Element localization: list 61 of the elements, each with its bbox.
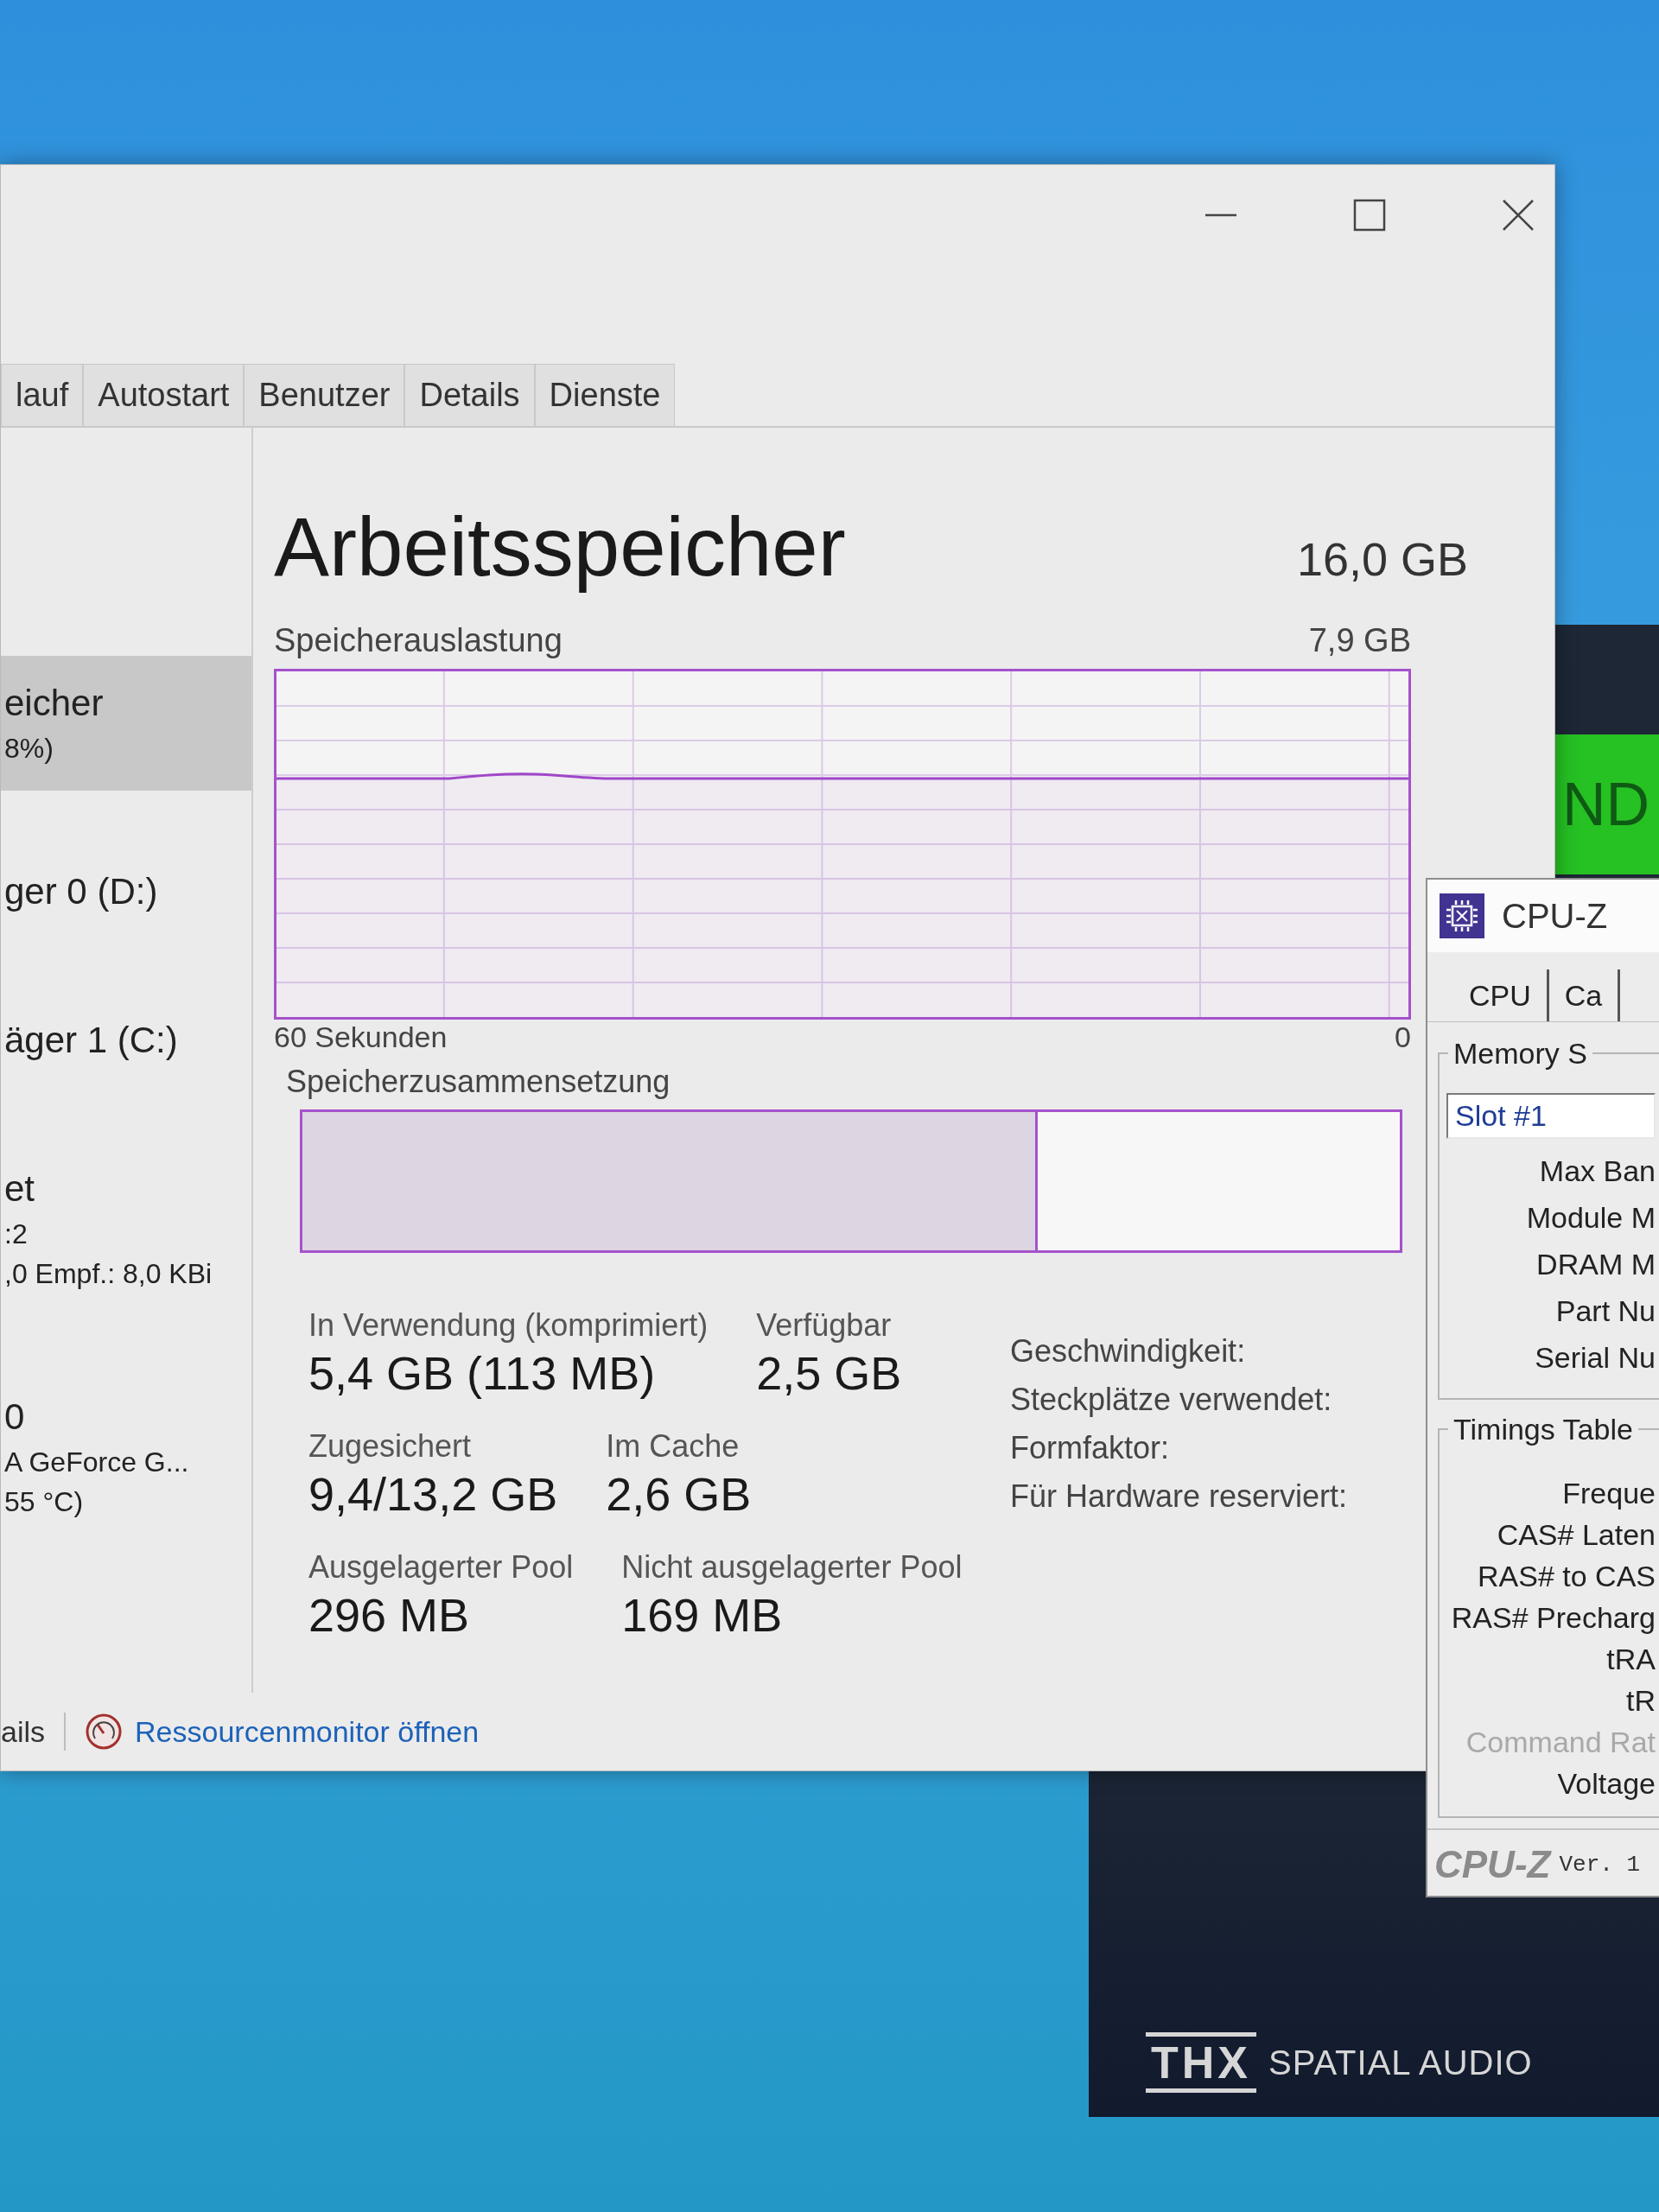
details-toggle[interactable]: ails [1,1714,46,1749]
slot-dropdown[interactable]: Slot #1 [1446,1093,1656,1139]
stat-label: Ausgelagerter Pool [308,1548,574,1586]
tab[interactable]: CPU [1453,969,1549,1021]
stat-label: In Verwendung (komprimiert) [308,1306,709,1344]
field-label: Module M [1526,1200,1656,1236]
field-label: Part Nu [1555,1294,1656,1329]
dial-icon[interactable] [85,1713,124,1751]
field-label: DRAM M [1536,1247,1656,1282]
tab[interactable]: Ca [1548,969,1621,1021]
composition-title: Speicherzusammensetzung [286,1063,671,1101]
total-memory: 16,0 GB [1296,532,1468,586]
stat-value: 296 MB [308,1588,470,1643]
field-label: Command Rat [1465,1725,1656,1760]
logo-text: CPU-Z [1434,1843,1551,1886]
chip-icon [1440,893,1484,938]
stat-value: 9,4/13,2 GB [308,1467,558,1522]
logo-tagline: SPATIAL AUDIO [1268,2043,1533,2082]
version-label: Ver. 1 [1559,1852,1641,1878]
stat-label: Nicht ausgelagerter Pool [621,1548,963,1586]
field-label: Freque [1562,1476,1656,1511]
tab[interactable]: Dienste [534,364,676,426]
group-title: Memory S [1452,1036,1588,1071]
stat-value: 5,4 GB (113 MB) [308,1346,656,1401]
tab[interactable]: Details [404,364,535,426]
field-label: Voltage [1557,1766,1656,1802]
stat-value: 169 MB [621,1588,783,1643]
hardware-label: Geschwindigkeit: [1010,1332,1246,1370]
field-label: Max Ban [1539,1154,1656,1189]
sidebar-item[interactable]: äger 1 (C:) [1,993,251,1088]
tab[interactable]: Autostart [83,364,245,426]
banner-text: ND [1562,774,1650,835]
axis-label: 0 [1395,1020,1411,1054]
axis-label: 60 Sekunden [274,1020,448,1054]
tab[interactable]: lauf [1,364,84,426]
sidebar-item[interactable]: 0 A GeForce G... 55 °C) [1,1370,251,1544]
stat-label: Verfügbar [756,1306,892,1344]
stat-label: Zugesichert [308,1427,472,1465]
field-label: RAS# Precharg [1451,1600,1656,1636]
hardware-label: Formfaktor: [1010,1429,1170,1467]
field-label: CAS# Laten [1497,1517,1656,1553]
logo-wordmark: THX [1146,2032,1256,2093]
group-title: Timings Table [1452,1412,1634,1447]
sidebar-item[interactable]: eicher 8%) [1,656,251,791]
resource-monitor-link[interactable]: Ressourcenmonitor öffnen [135,1714,480,1749]
page-title: Arbeitsspeicher [274,501,846,593]
field-label: Serial Nu [1535,1340,1656,1376]
tab[interactable]: Benutzer [244,364,405,426]
field-label: RAS# to CAS [1478,1559,1656,1594]
field-label: tR [1626,1683,1656,1719]
graph-title: Speicherauslastung [274,621,563,660]
hardware-label: Steckplätze verwendet: [1010,1381,1332,1419]
window-title: CPU-Z [1502,896,1608,936]
sidebar-item[interactable]: et :2 ,0 Empf.: 8,0 KBi [1,1141,251,1316]
sidebar-item[interactable]: ger 0 (D:) [1,844,251,939]
stat-value: 2,5 GB [756,1346,902,1401]
stat-value: 2,6 GB [606,1467,752,1522]
field-label: tRA [1606,1642,1656,1677]
graph-max-label: 7,9 GB [1308,621,1411,660]
hardware-label: Für Hardware reserviert: [1010,1478,1348,1516]
stat-label: Im Cache [606,1427,740,1465]
